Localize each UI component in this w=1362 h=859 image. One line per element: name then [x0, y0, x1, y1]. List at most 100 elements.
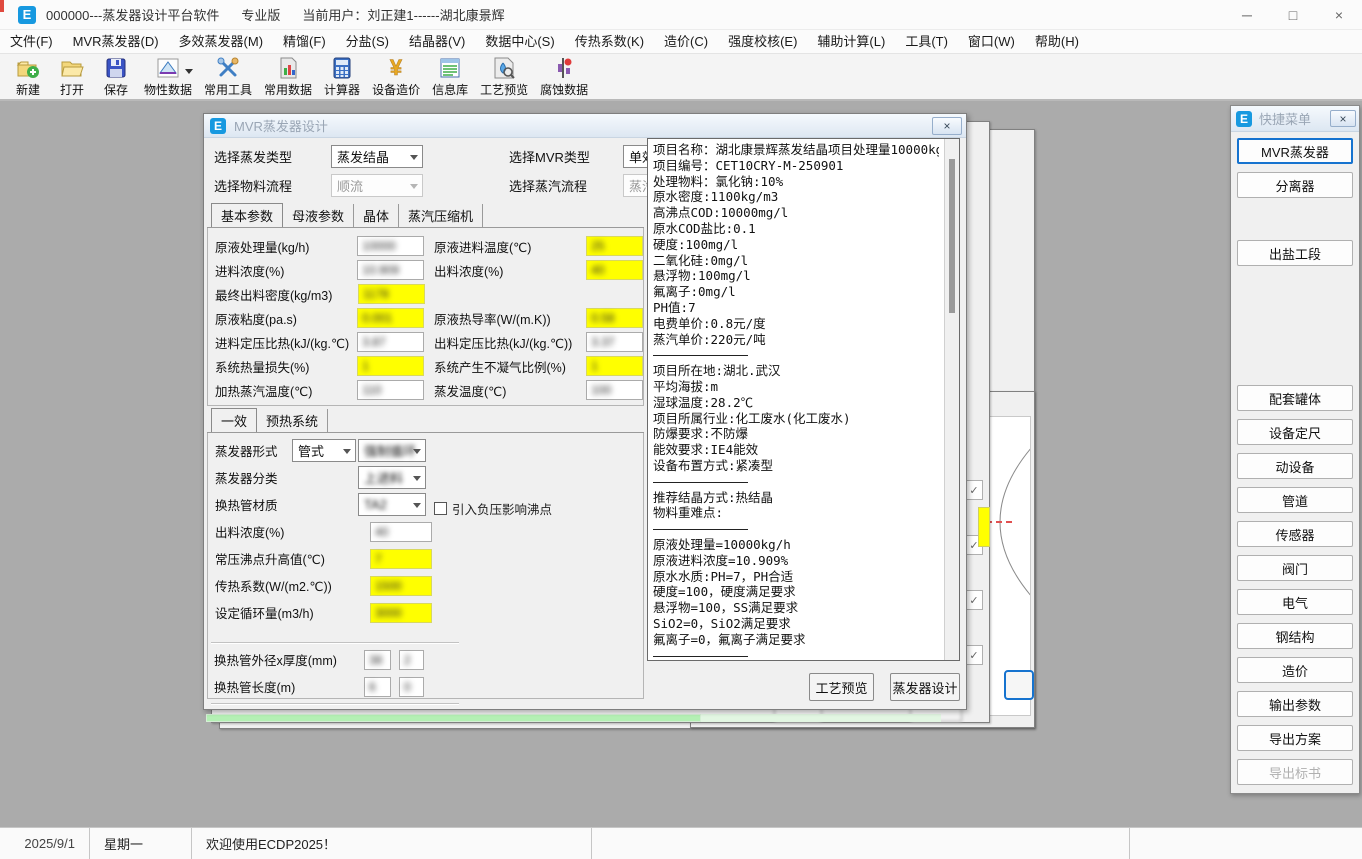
quick-menu-button-1[interactable]: 分离器: [1237, 172, 1353, 198]
toolbar-button-8[interactable]: 信息库: [426, 54, 474, 98]
background-check-field[interactable]: ✓: [965, 480, 983, 500]
menu-item-9[interactable]: 强度校核(E): [718, 31, 807, 53]
dropdown-caret-icon[interactable]: [185, 69, 193, 78]
new-document-icon: [15, 56, 41, 80]
effect-input-3[interactable]: 40: [370, 522, 432, 542]
tube-input-1-1[interactable]: 6: [364, 677, 391, 697]
param-input-5-1[interactable]: 1: [357, 356, 424, 376]
minimize-button[interactable]: ─: [1224, 0, 1270, 30]
param-input-0-2[interactable]: 25: [586, 236, 643, 256]
param-input-0-1[interactable]: 10000: [357, 236, 424, 256]
info-scrollbar-thumb[interactable]: [949, 159, 955, 313]
menu-item-0[interactable]: 文件(F): [0, 31, 63, 53]
quick-menu-button-2[interactable]: 出盐工段: [1237, 240, 1353, 266]
effect-combo-0-1[interactable]: 管式: [292, 439, 356, 462]
param-input-2-1[interactable]: 1178: [358, 284, 425, 304]
toolbar-button-3[interactable]: 物性数据: [138, 54, 198, 98]
background-ok-button[interactable]: [1004, 670, 1034, 700]
tube-input-0-1[interactable]: 38: [364, 650, 391, 670]
vacuum-effect-checkbox[interactable]: [434, 502, 447, 515]
toolbar-button-6[interactable]: 计算器: [318, 54, 366, 98]
effect-combo-1[interactable]: 上进料: [358, 466, 426, 489]
maximize-button[interactable]: □: [1270, 0, 1316, 30]
effect-combo-2[interactable]: TA2: [358, 493, 426, 516]
param-input-6-1[interactable]: 110: [357, 380, 424, 400]
window-title: 000000---蒸发器设计平台软件: [46, 5, 219, 24]
menu-item-6[interactable]: 数据中心(S): [475, 31, 564, 53]
evaporator-design-button[interactable]: 蒸发器设计: [890, 673, 960, 701]
quick-menu-button-8[interactable]: 阀门: [1237, 555, 1353, 581]
menu-item-12[interactable]: 窗口(W): [958, 31, 1025, 53]
process-preview-button[interactable]: 工艺预览: [809, 673, 874, 701]
info-line-19: 能效要求:IE4能效: [653, 442, 939, 458]
menu-item-11[interactable]: 工具(T): [895, 31, 958, 53]
param-input-1-2[interactable]: 40: [586, 260, 643, 280]
combo-0[interactable]: 蒸发结晶: [331, 145, 423, 168]
info-line-29: 悬浮物=100，SS满足要求: [653, 600, 939, 616]
tube-input-0-2[interactable]: 2: [399, 650, 424, 670]
tab-effect-1[interactable]: 预热系统: [257, 409, 328, 433]
info-line-10: PH值:7: [653, 300, 939, 316]
dialog-close-button[interactable]: ×: [932, 117, 962, 135]
quick-menu-button-4[interactable]: 设备定尺: [1237, 419, 1353, 445]
param-input-5-2[interactable]: 1: [586, 356, 643, 376]
background-check-field[interactable]: ✓: [965, 590, 983, 610]
toolbar-button-7[interactable]: ¥设备造价: [366, 54, 426, 98]
quick-menu-button-12[interactable]: 输出参数: [1237, 691, 1353, 717]
progress-bar-track: [701, 714, 941, 722]
menu-item-7[interactable]: 传热系数(K): [565, 31, 654, 53]
effect-input-5[interactable]: 1500: [370, 576, 432, 596]
param-input-1-1[interactable]: 10.909: [357, 260, 424, 280]
param-input-3-2[interactable]: 0.58: [586, 308, 643, 328]
info-scrollbar[interactable]: [944, 139, 959, 660]
quick-menu-button-7[interactable]: 传感器: [1237, 521, 1353, 547]
toolbar-button-0[interactable]: 新建: [6, 54, 50, 98]
tab-basic-params-2[interactable]: 晶体: [354, 204, 399, 228]
quick-menu-close-button[interactable]: ×: [1330, 110, 1356, 127]
tab-effect-0[interactable]: 一效: [211, 408, 257, 434]
param-input-4-2[interactable]: 3.37: [586, 332, 643, 352]
menu-item-8[interactable]: 造价(C): [654, 31, 718, 53]
quick-menu-button-6[interactable]: 管道: [1237, 487, 1353, 513]
param-input-3-1[interactable]: 0.001: [357, 308, 424, 328]
menu-item-5[interactable]: 结晶器(V): [399, 31, 475, 53]
tab-basic-params-0[interactable]: 基本参数: [211, 203, 283, 229]
background-check-field[interactable]: ✓: [965, 645, 983, 665]
quick-menu-button-9[interactable]: 电气: [1237, 589, 1353, 615]
toolbar-button-5[interactable]: 常用数据: [258, 54, 318, 98]
tube-input-1-2[interactable]: 0: [399, 677, 424, 697]
param-input-6-2[interactable]: 100: [586, 380, 643, 400]
select-row: 选择蒸发类型蒸发结晶选择MVR类型单效MVR: [214, 144, 703, 168]
menu-item-3[interactable]: 精馏(F): [273, 31, 336, 53]
progress-bar: [206, 714, 701, 722]
toolbar-button-10[interactable]: 腐蚀数据: [534, 54, 594, 98]
toolbar-button-9[interactable]: 工艺预览: [474, 54, 534, 98]
close-button[interactable]: ×: [1316, 0, 1362, 30]
quick-menu-title-bar[interactable]: E 快捷菜单 ×: [1231, 106, 1359, 132]
quick-menu-button-13[interactable]: 导出方案: [1237, 725, 1353, 751]
toolbar-button-2[interactable]: 保存: [94, 54, 138, 98]
menu-item-10[interactable]: 辅助计算(L): [807, 31, 895, 53]
info-line-20: 设备布置方式:紧凑型: [653, 458, 939, 474]
menu-item-2[interactable]: 多效蒸发器(M): [169, 31, 274, 53]
param-input-4-1[interactable]: 3.87: [357, 332, 424, 352]
quick-menu-button-5[interactable]: 动设备: [1237, 453, 1353, 479]
menu-item-4[interactable]: 分盐(S): [336, 31, 399, 53]
quick-menu-button-10[interactable]: 钢结构: [1237, 623, 1353, 649]
quick-menu-button-3[interactable]: 配套罐体: [1237, 385, 1353, 411]
status-message: 欢迎使用ECDP2025！: [192, 828, 592, 859]
effect-input-4[interactable]: 7: [370, 549, 432, 569]
menu-item-13[interactable]: 帮助(H): [1025, 31, 1089, 53]
effect-input-6[interactable]: 3000: [370, 603, 432, 623]
tab-basic-params-3[interactable]: 蒸汽压缩机: [399, 204, 483, 228]
effect-combo-0-2[interactable]: 强制循环: [358, 439, 426, 462]
dialog-title-bar[interactable]: E MVR蒸发器设计 ×: [204, 114, 966, 138]
toolbar-button-1[interactable]: 打开: [50, 54, 94, 98]
property-data-icon: [155, 56, 181, 80]
menu-item-1[interactable]: MVR蒸发器(D): [63, 31, 169, 53]
quick-menu-button-11[interactable]: 造价: [1237, 657, 1353, 683]
toolbar-button-4[interactable]: 常用工具: [198, 54, 258, 98]
effect-row-4: 常压沸点升高值(℃)7: [208, 545, 643, 572]
tab-basic-params-1[interactable]: 母液参数: [283, 204, 354, 228]
quick-menu-button-0[interactable]: MVR蒸发器: [1237, 138, 1353, 164]
